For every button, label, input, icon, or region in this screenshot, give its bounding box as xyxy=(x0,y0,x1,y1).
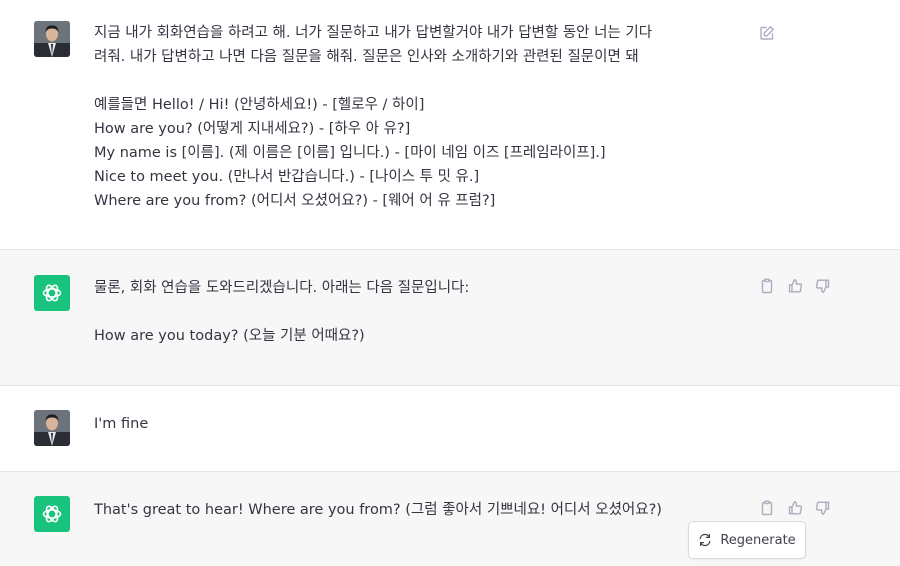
openai-logo-icon xyxy=(40,502,64,526)
message-line: That's great to hear! Where are you from… xyxy=(94,502,662,518)
copy-icon[interactable] xyxy=(759,278,775,294)
assistant-message-text: That's great to hear! Where are you from… xyxy=(94,498,744,522)
message-line: 려줘. 내가 답변하고 나면 다음 질문을 해줘. 질문은 인사와 소개하기와 … xyxy=(94,49,639,65)
refresh-icon xyxy=(698,533,712,547)
thumbs-down-icon[interactable] xyxy=(815,500,831,516)
assistant-avatar xyxy=(34,496,70,532)
regenerate-button[interactable]: Regenerate xyxy=(688,521,806,559)
user-message-text: 지금 내가 회화연습을 하려고 해. 너가 질문하고 내가 답변할거야 내가 답… xyxy=(94,21,744,213)
message-line: I'm fine xyxy=(94,416,149,432)
message-line: Where are you from? (어디서 오셨어요?) - [웨어 어 … xyxy=(94,193,496,209)
thumbs-up-icon[interactable] xyxy=(787,278,803,294)
user-avatar xyxy=(34,410,70,446)
assistant-avatar xyxy=(34,275,70,311)
user-message: I'm fine xyxy=(0,386,900,472)
message-line: How are you? (어떻게 지내세요?) - [하우 아 유?] xyxy=(94,121,411,137)
message-line: Nice to meet you. (만나서 반갑습니다.) - [나이스 투 … xyxy=(94,169,480,185)
thumbs-down-icon[interactable] xyxy=(815,278,831,294)
openai-logo-icon xyxy=(40,281,64,305)
edit-icon[interactable] xyxy=(759,25,775,41)
regenerate-label: Regenerate xyxy=(720,532,796,548)
user-message: 지금 내가 회화연습을 하려고 해. 너가 질문하고 내가 답변할거야 내가 답… xyxy=(0,0,900,250)
message-line: 물론, 회화 연습을 도와드리겠습니다. 아래는 다음 질문입니다: xyxy=(94,280,470,296)
message-line: How are you today? (오늘 기분 어때요?) xyxy=(94,328,365,344)
user-message-text: I'm fine xyxy=(94,412,744,436)
copy-icon[interactable] xyxy=(759,500,775,516)
assistant-message-text: 물론, 회화 연습을 도와드리겠습니다. 아래는 다음 질문입니다: How a… xyxy=(94,276,744,348)
message-line: 예를들면 Hello! / Hi! (안녕하세요!) - [헬로우 / 하이] xyxy=(94,97,425,113)
message-line: 지금 내가 회화연습을 하려고 해. 너가 질문하고 내가 답변할거야 내가 답… xyxy=(94,25,653,41)
message-line: My name is [이름]. (제 이름은 [이름] 입니다.) - [마이… xyxy=(94,145,606,161)
assistant-message: 물론, 회화 연습을 도와드리겠습니다. 아래는 다음 질문입니다: How a… xyxy=(0,250,900,386)
user-avatar xyxy=(34,21,70,57)
thumbs-up-icon[interactable] xyxy=(787,500,803,516)
